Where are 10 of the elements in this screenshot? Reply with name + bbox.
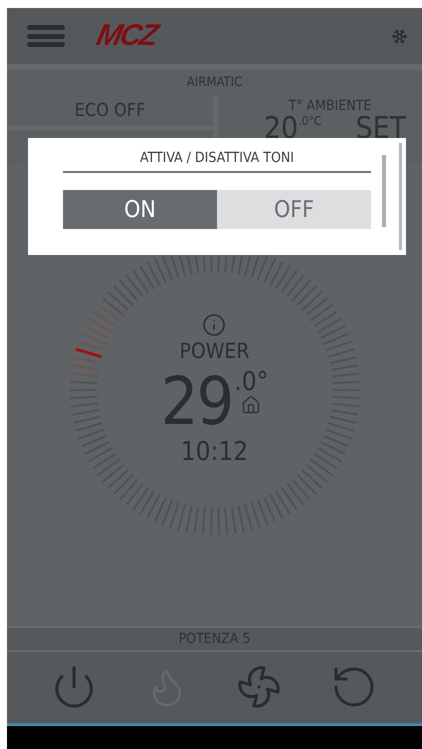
- scrollbar[interactable]: [382, 155, 386, 227]
- snowflake-icon[interactable]: [391, 28, 408, 44]
- info-icon[interactable]: [202, 312, 226, 336]
- logo: MCZ: [93, 19, 160, 53]
- dialog-title: ATTIVA / DISATTIVA TONI: [63, 150, 371, 173]
- toggle-option[interactable]: OFF: [217, 190, 371, 229]
- menu-icon[interactable]: [27, 25, 65, 47]
- scrollbar[interactable]: [399, 143, 402, 250]
- toggle-option[interactable]: ON: [63, 190, 217, 229]
- fan-button[interactable]: [236, 664, 282, 710]
